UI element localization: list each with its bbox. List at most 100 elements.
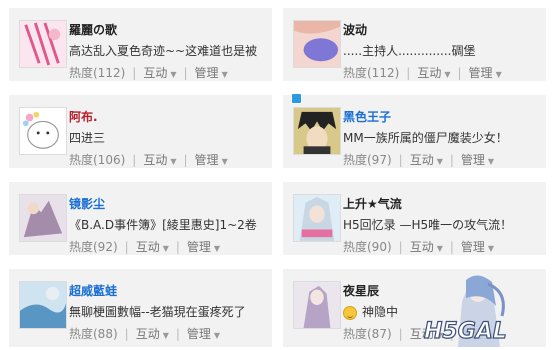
manage-label: 管理 bbox=[460, 240, 485, 254]
avatar[interactable] bbox=[19, 20, 67, 68]
interact-label: 互动 bbox=[135, 327, 160, 341]
chevron-down-icon: ▼ bbox=[221, 157, 228, 166]
chevron-down-icon: ▼ bbox=[170, 157, 177, 166]
chevron-down-icon: ▼ bbox=[170, 70, 177, 79]
manage-dropdown[interactable]: 管理▼ bbox=[461, 238, 494, 255]
manage-dropdown[interactable]: 管理▼ bbox=[195, 64, 228, 81]
user-name[interactable]: 波动 bbox=[343, 21, 367, 38]
divider: | bbox=[124, 326, 129, 341]
interact-dropdown[interactable]: 互动 ▼ bbox=[136, 325, 169, 342]
heat-count: 热度(88) bbox=[69, 327, 118, 341]
card-footer: 热度(112) | 互动 ▼ | 管理 ▼ bbox=[69, 64, 228, 81]
divider: | bbox=[175, 326, 180, 341]
heat-count: 热度(112) bbox=[69, 66, 126, 80]
heat-count: 热度(87) bbox=[343, 327, 392, 341]
user-name[interactable]: 超威藍蛙 bbox=[69, 282, 117, 299]
interact-label: 互动 bbox=[409, 153, 434, 167]
user-name[interactable]: 夜星辰 bbox=[343, 282, 379, 299]
manage-label: 管理 bbox=[186, 327, 211, 341]
status-text-value: 神隐中 bbox=[362, 305, 399, 319]
heat-count: 热度(97) bbox=[343, 153, 392, 167]
divider: | bbox=[124, 239, 129, 254]
manage-label: 管理 bbox=[186, 240, 211, 254]
chevron-down-icon: ▼ bbox=[436, 244, 443, 253]
manage-dropdown[interactable]: 管理▼ bbox=[187, 325, 220, 342]
divider: | bbox=[183, 65, 188, 80]
card-footer: 热度(90) | 互动 ▼ | 管理 ▼ bbox=[343, 238, 494, 255]
divider: | bbox=[183, 152, 188, 167]
manage-label: 管理 bbox=[194, 66, 219, 80]
status-text: 四进三 bbox=[69, 131, 106, 145]
interact-label: 互动 bbox=[409, 240, 434, 254]
user-card: 黑色王子 MM一族所属的僵尸魔装少女！ 热度(97) | 互动 ▼ | 管理 ▼ bbox=[283, 93, 546, 168]
avatar[interactable] bbox=[19, 194, 67, 242]
chevron-down-icon: ▼ bbox=[221, 70, 228, 79]
interact-dropdown[interactable]: 互动 ▼ bbox=[410, 238, 443, 255]
chevron-down-icon: ▼ bbox=[444, 70, 451, 79]
divider: | bbox=[449, 239, 454, 254]
status-text: 高达乱入夏色奇迹~~这难道也是被 bbox=[69, 44, 258, 58]
status-text: MM一族所属的僵尸魔装少女！ bbox=[343, 131, 508, 145]
chevron-down-icon: ▼ bbox=[213, 244, 221, 253]
divider: | bbox=[132, 65, 137, 80]
status-text: 無聊梗圖數幅--老猫現在蛋疼死了 bbox=[69, 305, 246, 319]
interact-label: 互动 bbox=[143, 153, 168, 167]
divider: | bbox=[132, 152, 137, 167]
manage-dropdown[interactable]: 管理▼ bbox=[195, 151, 228, 168]
card-footer: 热度(92) | 互动 ▼ | 管理 ▼ bbox=[69, 238, 220, 255]
interact-label: 互动 bbox=[135, 240, 160, 254]
avatar[interactable] bbox=[19, 107, 67, 155]
user-card: 羅麗の歌 高达乱入夏色奇迹~~这难道也是被 热度(112) | 互动 ▼ | 管理… bbox=[9, 8, 272, 81]
heat-count: 热度(92) bbox=[69, 240, 118, 254]
chevron-down-icon: ▼ bbox=[213, 331, 221, 340]
status-text: .....主持人..............碉堡 bbox=[343, 44, 476, 58]
user-card: 超威藍蛙 無聊梗圖數幅--老猫現在蛋疼死了 热度(88) | 互动 ▼ | 管理 ▼ bbox=[9, 269, 272, 347]
user-name[interactable]: 镜影尘 bbox=[69, 195, 105, 212]
interact-dropdown[interactable]: 互动 ▼ bbox=[143, 151, 176, 168]
chevron-down-icon: ▼ bbox=[436, 157, 443, 166]
user-card: 波动 .....主持人..............碉堡 热度(112) | 互动… bbox=[283, 8, 546, 81]
avatar[interactable] bbox=[293, 107, 341, 155]
manage-label: 管理 bbox=[194, 153, 219, 167]
divider: | bbox=[398, 326, 403, 341]
interact-dropdown[interactable]: 互动 ▼ bbox=[410, 151, 443, 168]
interact-label: 互动 bbox=[417, 66, 442, 80]
status-text: H5回忆录 —H5唯一の攻气流！ bbox=[343, 218, 513, 232]
card-footer: 热度(97) | 互动 ▼ | 管理 ▼ bbox=[343, 151, 494, 168]
interact-dropdown[interactable]: 互动 ▼ bbox=[136, 238, 169, 255]
vip-badge-icon bbox=[291, 93, 302, 104]
card-footer: 热度(112) | 互动 ▼ | 管理 ▼ bbox=[343, 64, 502, 81]
manage-label: 管理 bbox=[460, 153, 485, 167]
heat-count: 热度(90) bbox=[343, 240, 392, 254]
chevron-down-icon: ▼ bbox=[162, 331, 169, 340]
manage-label: 管理 bbox=[468, 66, 493, 80]
divider: | bbox=[398, 152, 403, 167]
user-card: 阿布. 四进三 热度(106) | 互动 ▼ | 管理 ▼ bbox=[9, 95, 272, 168]
chevron-down-icon: ▼ bbox=[487, 157, 495, 166]
avatar[interactable] bbox=[293, 281, 341, 329]
manage-dropdown[interactable]: 管理▼ bbox=[469, 64, 502, 81]
heat-count: 热度(106) bbox=[69, 153, 126, 167]
user-name[interactable]: 羅麗の歌 bbox=[69, 21, 117, 38]
status-text: 《B.A.D事件簿》[綾里惠史]1~2卷 bbox=[69, 218, 257, 232]
interact-dropdown[interactable]: 互动 ▼ bbox=[143, 64, 176, 81]
divider: | bbox=[406, 65, 411, 80]
chevron-down-icon: ▼ bbox=[487, 244, 495, 253]
watermark-text: H5GAL bbox=[424, 319, 507, 344]
divider: | bbox=[175, 239, 180, 254]
user-name[interactable]: 黑色王子 bbox=[343, 108, 391, 125]
avatar[interactable] bbox=[19, 281, 67, 329]
interact-label: 互动 bbox=[143, 66, 168, 80]
user-name[interactable]: 阿布. bbox=[69, 108, 98, 125]
chevron-down-icon: ▼ bbox=[495, 70, 502, 79]
divider: | bbox=[457, 65, 462, 80]
smiley-icon bbox=[343, 305, 357, 320]
user-name[interactable]: 上升★气流 bbox=[343, 195, 402, 212]
manage-dropdown[interactable]: 管理▼ bbox=[187, 238, 220, 255]
avatar[interactable] bbox=[293, 20, 341, 68]
interact-dropdown[interactable]: 互动 ▼ bbox=[417, 64, 450, 81]
user-card: 镜影尘 《B.A.D事件簿》[綾里惠史]1~2卷 热度(92) | 互动 ▼ | … bbox=[9, 182, 272, 255]
manage-dropdown[interactable]: 管理▼ bbox=[461, 151, 494, 168]
avatar[interactable] bbox=[293, 194, 341, 242]
heat-count: 热度(112) bbox=[343, 66, 400, 80]
